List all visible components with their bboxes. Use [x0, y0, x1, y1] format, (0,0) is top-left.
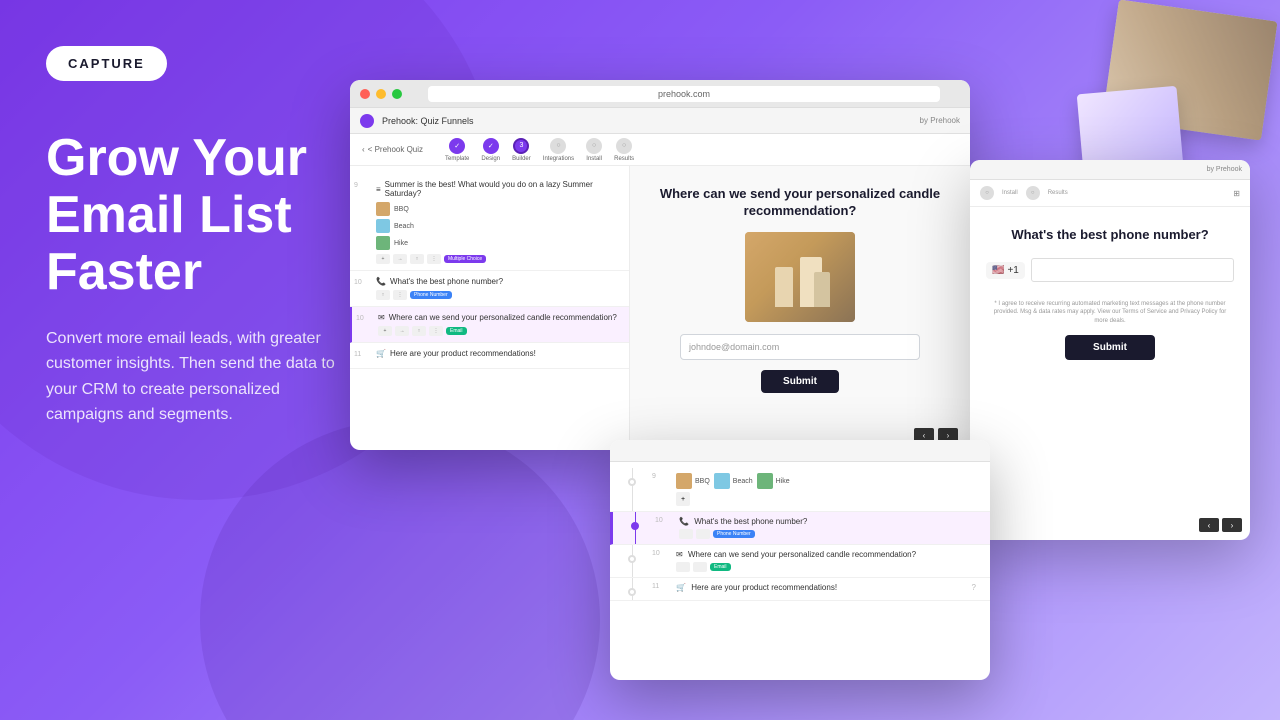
bv-title-email: ✉ Where can we send your personalized ca…	[676, 550, 976, 559]
bv-choices-9: BBQ Beach Hike	[676, 473, 976, 489]
bv-title-phone: 📞 What's the best phone number?	[679, 517, 976, 526]
terms-text: * I agree to receive recurring automated…	[986, 300, 1234, 325]
bv-title-product: 🛒 Here are your product recommendations!	[676, 583, 962, 592]
editor-panel[interactable]: 9 ≡ Summer is the best! What would you d…	[350, 166, 630, 450]
app-header: Prehook: Quiz Funnels by Prehook	[350, 108, 970, 134]
capture-label: CAPTURE	[68, 56, 145, 71]
editor-toolbar-9: + → ↑ ⋮ Multiple Choice	[376, 254, 617, 264]
right-byline: by Prehook	[1207, 166, 1242, 173]
right-preview-nav: ‹ ›	[1199, 518, 1242, 532]
right-submit-button[interactable]: Submit	[1065, 335, 1155, 360]
preview-panel: Where can we send your personalized cand…	[630, 166, 970, 450]
right-step-install: ○	[980, 186, 994, 200]
browser-close-dot[interactable]	[360, 89, 370, 99]
editor-item-11[interactable]: 11 🛒 Here are your product recommendatio…	[350, 343, 629, 369]
hero-content: Grow Your Email List Faster Convert more…	[46, 130, 346, 428]
app-logo	[360, 114, 374, 128]
preview-question: Where can we send your personalized cand…	[646, 186, 954, 220]
step-builder[interactable]: 3 Builder	[512, 138, 531, 162]
bottom-view: 9 BBQ Beach Hike + 10 📞 What's the be	[610, 440, 990, 680]
right-nav-next[interactable]: ›	[1222, 518, 1242, 532]
step-navigation: ‹ < Prehook Quiz ✓ Template ✓ Design 3 B…	[350, 134, 970, 166]
editor-toolbar-email: + → ↑ ⋮ Email	[378, 326, 617, 336]
step-results[interactable]: ○ Results	[614, 138, 634, 162]
bottom-view-content: 9 BBQ Beach Hike + 10 📞 What's the be	[610, 462, 990, 607]
flag-badge[interactable]: 🇺🇸 +1	[986, 262, 1025, 279]
capture-badge: CAPTURE	[46, 46, 167, 81]
bv-item-9[interactable]: 9 BBQ Beach Hike +	[610, 468, 990, 512]
editor-toolbar-phone: ↑ ⋮ Phone Number	[376, 290, 617, 300]
right-preview-steps: ○ Install ○ Results ⊞	[970, 180, 1250, 207]
preview-email-input[interactable]: johndoe@domain.com	[680, 334, 920, 360]
step-template[interactable]: ✓ Template	[445, 138, 469, 162]
step-design[interactable]: ✓ Design	[481, 138, 500, 162]
preview-submit-button[interactable]: Submit	[761, 370, 839, 393]
right-question: What's the best phone number?	[1011, 227, 1208, 242]
right-nav-prev[interactable]: ‹	[1199, 518, 1219, 532]
preview-candle-image	[745, 232, 855, 322]
main-browser-window: prehook.com Prehook: Quiz Funnels by Pre…	[350, 80, 970, 450]
bv-item-11[interactable]: 11 🛒 Here are your product recommendatio…	[610, 578, 990, 601]
step-integrations[interactable]: ○ Integrations	[543, 138, 574, 162]
choice-list-9: BBQ Beach Hike	[376, 202, 617, 250]
bv-item-10-email[interactable]: 10 ✉ Where can we send your personalized…	[610, 545, 990, 578]
editor-item-10-email[interactable]: 10 ✉ Where can we send your personalized…	[350, 307, 629, 343]
browser-max-dot[interactable]	[392, 89, 402, 99]
app-byline: by Prehook	[920, 116, 960, 125]
browser-min-dot[interactable]	[376, 89, 386, 99]
browser-addressbar[interactable]: prehook.com	[428, 86, 940, 102]
hero-subtext: Convert more email leads, with greater c…	[46, 326, 346, 428]
right-preview-content: What's the best phone number? 🇺🇸 +1 * I …	[970, 207, 1250, 380]
right-preview-panel: by Prehook ○ Install ○ Results ⊞ What's …	[970, 160, 1250, 540]
bv-help-icon[interactable]: ?	[972, 583, 976, 592]
browser-main-content: 9 ≡ Summer is the best! What would you d…	[350, 166, 970, 450]
browser-titlebar: prehook.com	[350, 80, 970, 108]
bv-item-10-phone[interactable]: 10 📞 What's the best phone number? Phone…	[610, 512, 990, 545]
back-button[interactable]: ‹ < Prehook Quiz	[362, 145, 423, 154]
editor-item-9[interactable]: 9 ≡ Summer is the best! What would you d…	[350, 174, 629, 271]
phone-input-row: 🇺🇸 +1	[986, 258, 1234, 282]
step-install[interactable]: ○ Install	[586, 138, 602, 162]
step-indicators: ✓ Template ✓ Design 3 Builder ○ Integrat…	[445, 138, 634, 162]
app-title: Prehook: Quiz Funnels	[382, 116, 474, 126]
main-heading: Grow Your Email List Faster	[46, 130, 346, 302]
bottom-view-header	[610, 440, 990, 462]
editor-item-10-phone[interactable]: 10 📞 What's the best phone number? ↑ ⋮ P…	[350, 271, 629, 307]
right-step-results: ○	[1026, 186, 1040, 200]
right-preview-header: by Prehook	[970, 160, 1250, 180]
phone-input-field[interactable]	[1031, 258, 1234, 282]
